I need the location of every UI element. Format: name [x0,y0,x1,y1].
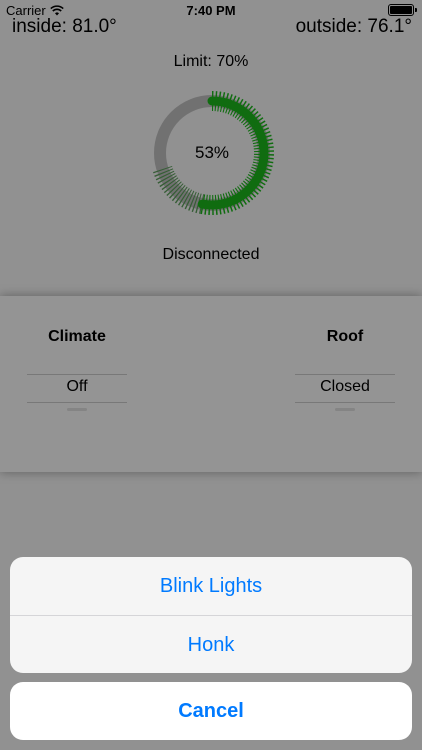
cancel-button[interactable]: Cancel [10,682,412,740]
action-sheet: Blink Lights Honk [10,557,412,673]
honk-button[interactable]: Honk [10,616,412,673]
blink-lights-button[interactable]: Blink Lights [10,557,412,615]
